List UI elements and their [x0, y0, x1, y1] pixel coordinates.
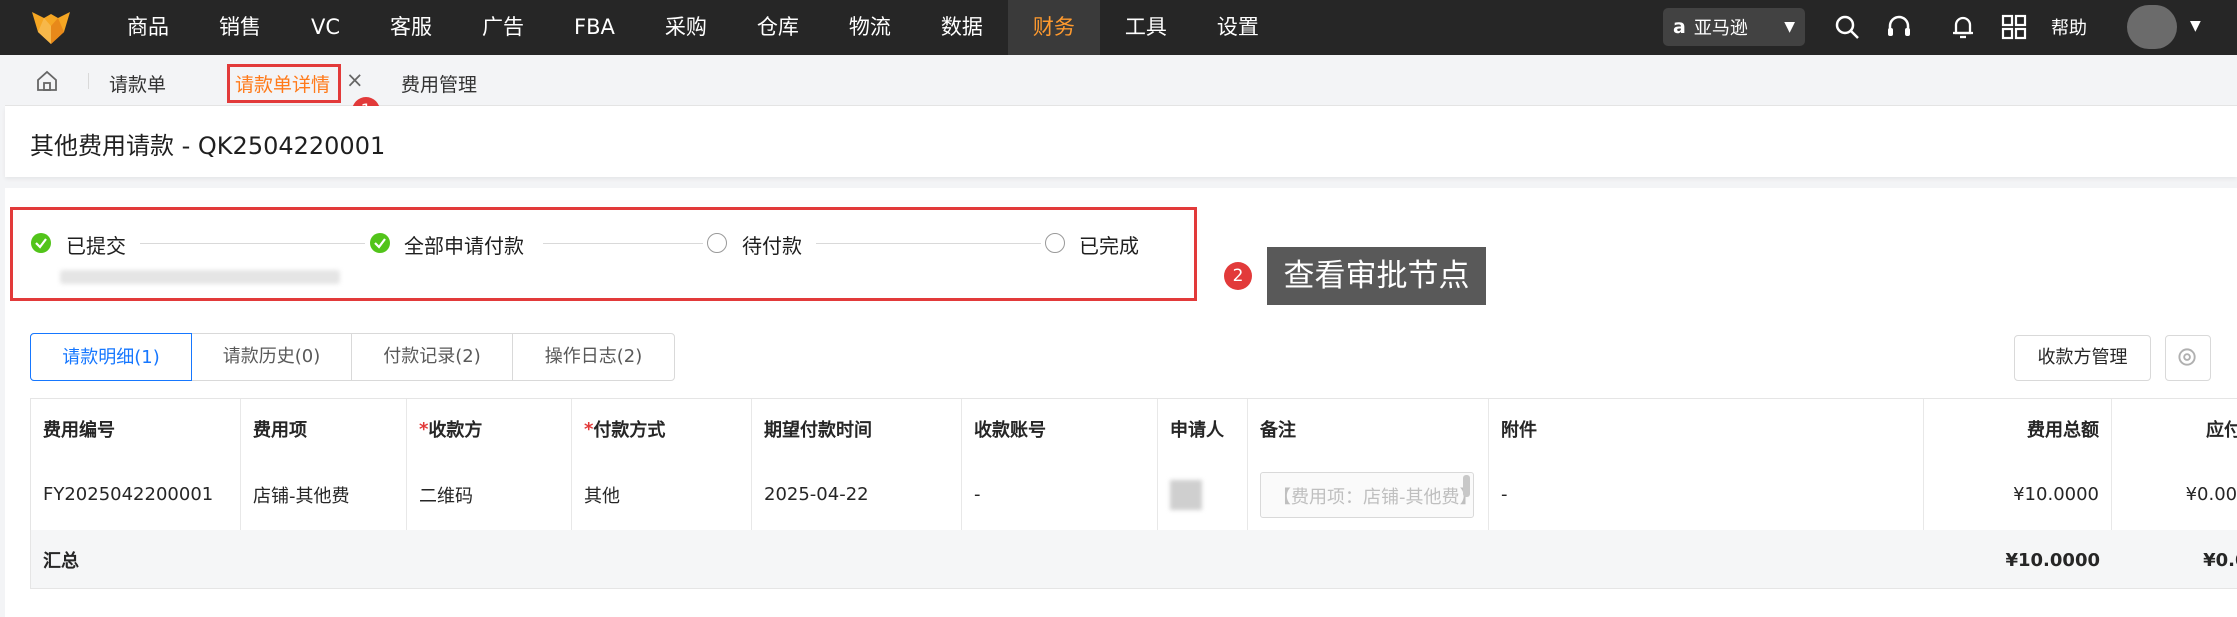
col-payee: * 收款方: [407, 399, 572, 459]
cell-expected-date: 2025-04-22: [752, 459, 962, 530]
remark-textarea[interactable]: 【费用项：店铺-其他费】: [1260, 471, 1474, 518]
search-icon[interactable]: [1832, 12, 1862, 42]
summary-label: 汇总: [43, 551, 79, 572]
cell-applicant: [1158, 459, 1248, 530]
subtab-payment-records[interactable]: 付款记录(2): [352, 334, 513, 380]
page-header: 其他费用请款 - QK2504220001: [5, 106, 2237, 177]
cell-fee-no: FY2025042200001: [31, 459, 241, 530]
nav-item-logistics[interactable]: 物流: [824, 0, 916, 55]
tab-divider: [88, 73, 89, 89]
main-nav: 商品 销售 VC 客服 广告 FBA 采购 仓库 物流 数据 财务 工具 设置: [102, 0, 1284, 55]
user-avatar[interactable]: [2127, 5, 2177, 49]
amazon-icon: a: [1673, 16, 1686, 38]
cell-total: ¥10.0000: [1924, 459, 2112, 530]
nav-item-warehouse[interactable]: 仓库: [732, 0, 824, 55]
cell-attachment: -: [1489, 459, 1924, 530]
summary-payable: ¥0.00: [2203, 549, 2237, 571]
subtab-request-details[interactable]: 请款明细(1): [30, 333, 192, 381]
col-account: 收款账号: [962, 399, 1158, 459]
highlight-box-steps: [10, 207, 1197, 301]
table-settings-button[interactable]: [2165, 335, 2211, 381]
annotation-callout: 查看审批节点: [1267, 247, 1486, 305]
subtab-request-history[interactable]: 请款历史(0): [192, 334, 352, 380]
user-menu-caret-icon[interactable]: ▼: [2190, 18, 2201, 34]
detail-subtabs: 请款明细(1) 请款历史(0) 付款记录(2) 操作日志(2): [30, 333, 675, 381]
cell-payable: ¥0.0000: [2185, 484, 2237, 505]
col-expected-date: 期望付款时间: [752, 399, 962, 459]
remark-text: 【费用项：店铺-其他费】: [1273, 486, 1474, 508]
payee-management-button[interactable]: 收款方管理: [2014, 335, 2151, 381]
fee-table: 费用编号 费用项 * 收款方 * 付款方式 期望付款时间 收款账号 申请人 备注 附…: [30, 398, 2237, 589]
top-nav-bar: 商品 销售 VC 客服 广告 FBA 采购 仓库 物流 数据 财务 工具 设置 …: [0, 0, 2237, 55]
nav-item-products[interactable]: 商品: [102, 0, 194, 55]
tab-expense-management[interactable]: 费用管理: [401, 70, 477, 97]
store-label: 亚马逊: [1693, 18, 1748, 39]
col-fee-item: 费用项: [241, 399, 407, 459]
highlight-box-tab: [227, 64, 341, 103]
cell-pay-method: 其他: [572, 459, 752, 530]
col-payable: 应付总: [2206, 420, 2237, 441]
col-pay-method: * 付款方式: [572, 399, 752, 459]
caret-down-icon: ▼: [1784, 19, 1795, 35]
nav-item-sales[interactable]: 销售: [194, 0, 286, 55]
store-selector[interactable]: a 亚马逊 ▼: [1663, 8, 1805, 46]
annotation-badge-2: 2: [1224, 262, 1252, 290]
nav-item-settings[interactable]: 设置: [1192, 0, 1284, 55]
table-summary-row: 汇总 ¥10.0000 ¥0.00: [31, 530, 2237, 588]
nav-item-purchase[interactable]: 采购: [640, 0, 732, 55]
tab-close-icon[interactable]: ×: [346, 68, 364, 92]
table-header-row: 费用编号 费用项 * 收款方 * 付款方式 期望付款时间 收款账号 申请人 备注 附…: [31, 399, 2237, 460]
nav-item-vc[interactable]: VC: [286, 0, 365, 55]
cell-fee-item: 店铺-其他费: [241, 459, 407, 530]
nav-item-ads[interactable]: 广告: [457, 0, 549, 55]
apps-grid-icon[interactable]: [1999, 12, 2029, 42]
col-payee-label: 收款方: [428, 420, 483, 441]
cell-payee: 二维码: [407, 459, 572, 530]
col-applicant: 申请人: [1158, 399, 1248, 459]
col-total: 费用总额: [1924, 399, 2112, 459]
nav-item-data[interactable]: 数据: [916, 0, 1008, 55]
col-attachment: 附件: [1489, 399, 1924, 459]
tab-payment-requests[interactable]: 请款单: [109, 70, 166, 97]
cell-remark: 【费用项：店铺-其他费】: [1248, 459, 1489, 530]
bell-icon[interactable]: [1948, 12, 1978, 42]
gear-icon: [2178, 348, 2196, 366]
summary-total: ¥10.0000: [2005, 549, 2100, 571]
page-title: 其他费用请款 - QK2504220001: [30, 132, 386, 160]
applicant-avatar: [1170, 479, 1202, 510]
home-icon[interactable]: [35, 69, 59, 93]
table-row: FY2025042200001 店铺-其他费 二维码 其他 2025-04-22…: [31, 459, 2237, 531]
nav-item-fba[interactable]: FBA: [549, 0, 640, 55]
subtab-operation-log[interactable]: 操作日志(2): [513, 334, 674, 380]
required-mark: *: [419, 418, 429, 440]
nav-item-finance[interactable]: 财务: [1007, 0, 1100, 55]
remark-scrollbar[interactable]: [1463, 474, 1470, 497]
col-remark: 备注: [1248, 399, 1489, 459]
fox-logo-icon[interactable]: [30, 8, 72, 48]
nav-item-tools[interactable]: 工具: [1100, 0, 1192, 55]
help-link[interactable]: 帮助: [2051, 14, 2087, 40]
required-mark: *: [584, 418, 594, 440]
cell-account: -: [962, 459, 1158, 530]
headset-icon[interactable]: [1884, 12, 1914, 42]
col-fee-no: 费用编号: [31, 399, 241, 459]
col-pay-method-label: 付款方式: [593, 420, 666, 441]
nav-item-customer-service[interactable]: 客服: [365, 0, 457, 55]
